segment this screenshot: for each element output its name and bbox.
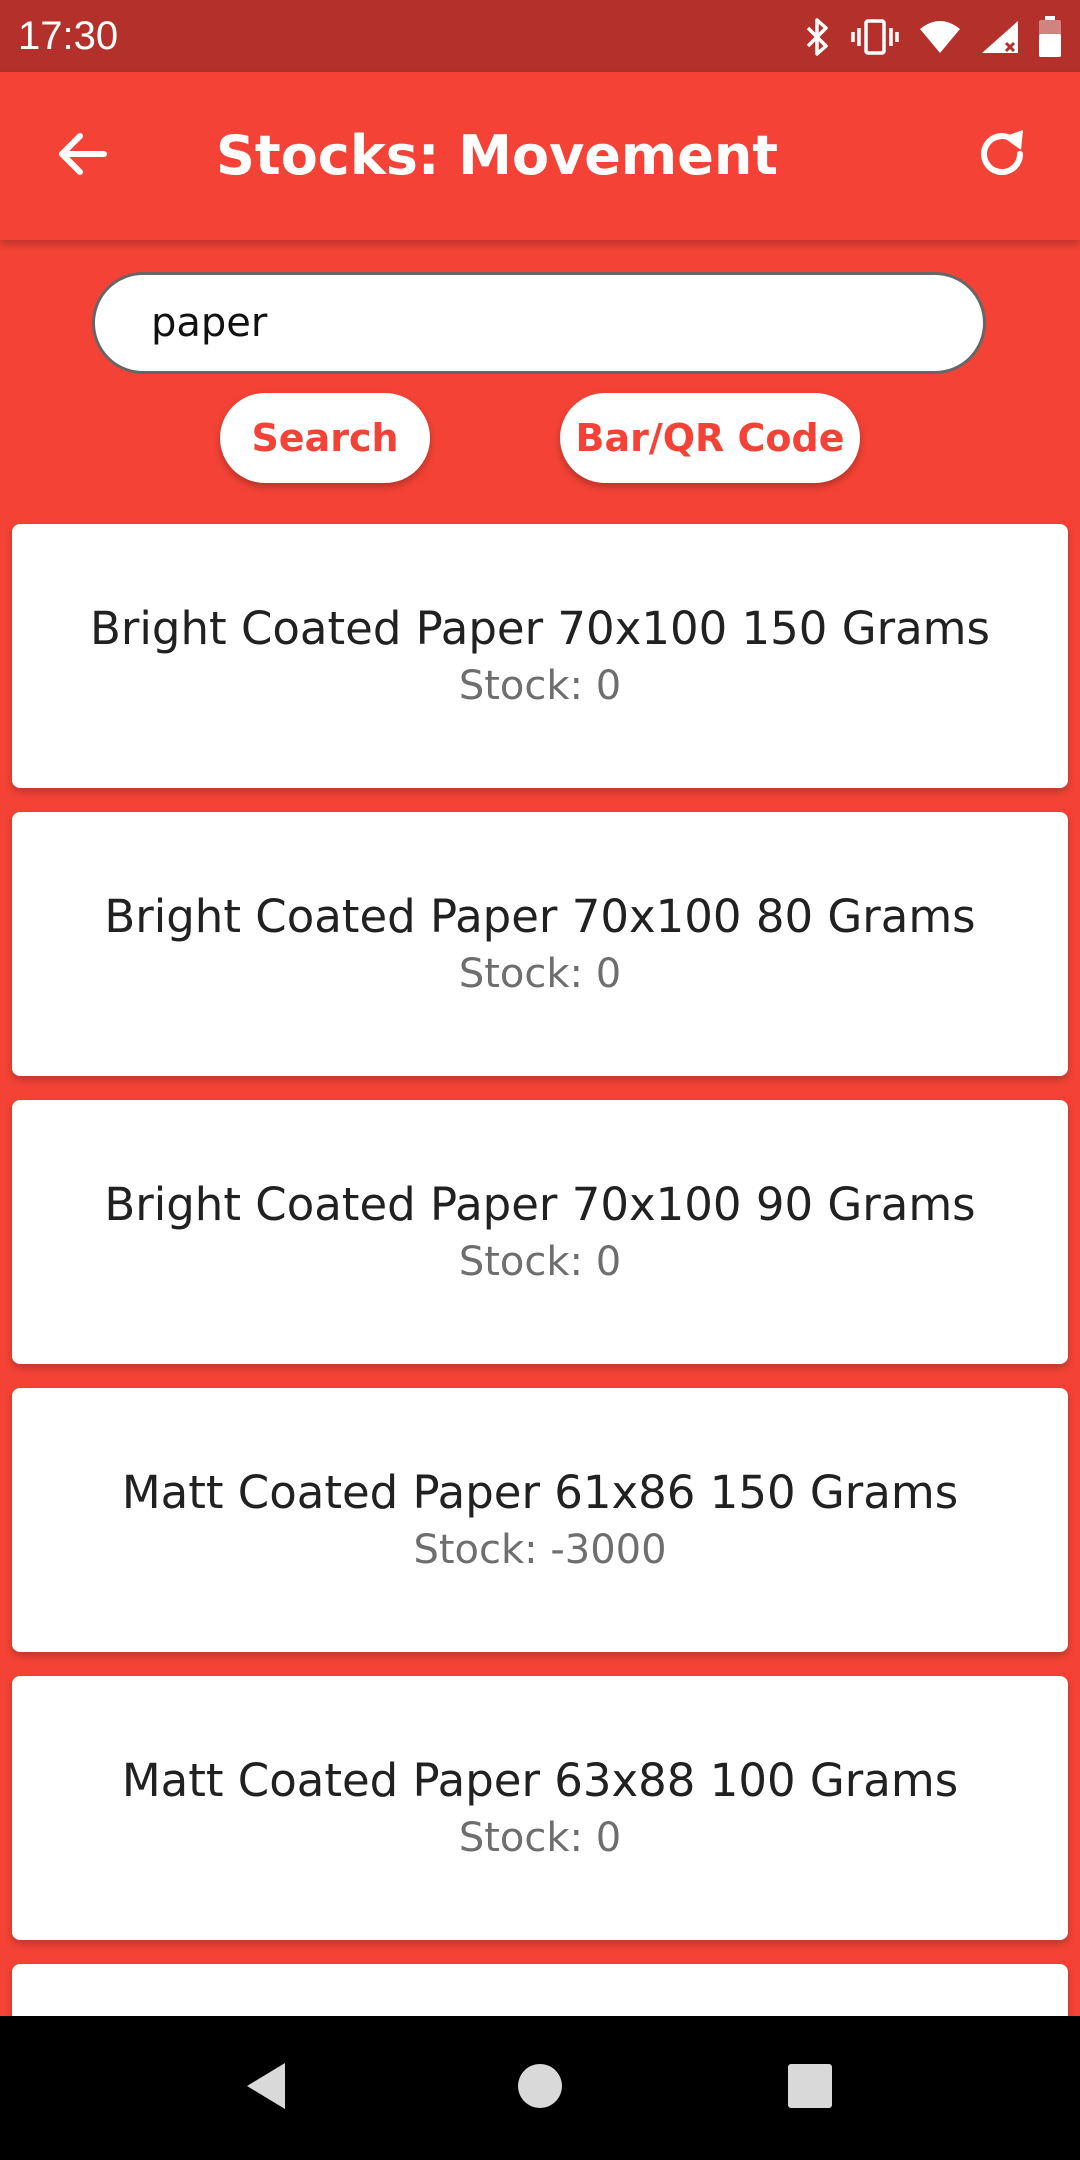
item-name: Bright Coated Paper 70x100 80 Grams [104, 890, 976, 943]
list-item[interactable]: Bright Coated Paper 70x100 80 Grams Stoc… [12, 812, 1068, 1076]
wifi-icon [918, 19, 962, 55]
item-name: Bright Coated Paper 70x100 90 Grams [104, 1178, 976, 1231]
list-item[interactable]: Bright Coated Paper 70x100 90 Grams Stoc… [12, 1100, 1068, 1364]
system-nav-bar [0, 2016, 1080, 2160]
refresh-icon [973, 125, 1031, 187]
battery-icon [1038, 16, 1062, 58]
app-bar: Stocks: Movement [0, 72, 1080, 240]
page-title: Stocks: Movement [216, 124, 779, 187]
triangle-back-icon [241, 2059, 291, 2117]
list-item[interactable]: Bright Coated Paper 70x100 150 Grams Sto… [12, 524, 1068, 788]
list-item[interactable]: Matt Coated Paper 63x88 100 Grams Stock:… [12, 1676, 1068, 1940]
circle-home-icon [515, 2061, 565, 2115]
barcode-scan-button[interactable]: Bar/QR Code [560, 393, 860, 483]
stock-list: Bright Coated Paper 70x100 150 Grams Sto… [12, 524, 1068, 2160]
item-name: Matt Coated Paper 63x88 100 Grams [121, 1754, 959, 1807]
item-name: Bright Coated Paper 70x100 150 Grams [90, 602, 990, 655]
vibrate-icon [850, 17, 900, 57]
back-button[interactable] [44, 118, 120, 194]
item-name: Matt Coated Paper 61x86 150 Grams [121, 1466, 959, 1519]
arrow-back-icon [54, 126, 110, 186]
item-stock: Stock: 0 [458, 663, 622, 709]
cell-signal-icon [980, 19, 1020, 55]
list-item[interactable]: Matt Coated Paper 61x86 150 Grams Stock:… [12, 1388, 1068, 1652]
bluetooth-icon [802, 17, 832, 57]
item-stock: Stock: 0 [458, 1239, 622, 1285]
search-button[interactable]: Search [220, 393, 430, 483]
status-time: 17:30 [18, 14, 119, 58]
search-input[interactable] [92, 272, 986, 374]
item-stock: Stock: -3000 [413, 1527, 667, 1573]
nav-home-button[interactable] [500, 2048, 580, 2128]
square-recents-icon [785, 2061, 835, 2115]
item-stock: Stock: 0 [458, 951, 622, 997]
refresh-button[interactable] [964, 118, 1040, 194]
nav-recents-button[interactable] [770, 2048, 850, 2128]
status-icons [802, 12, 1062, 62]
status-bar: 17:30 [0, 0, 1080, 72]
nav-back-button[interactable] [226, 2048, 306, 2128]
item-stock: Stock: 0 [458, 1815, 622, 1861]
